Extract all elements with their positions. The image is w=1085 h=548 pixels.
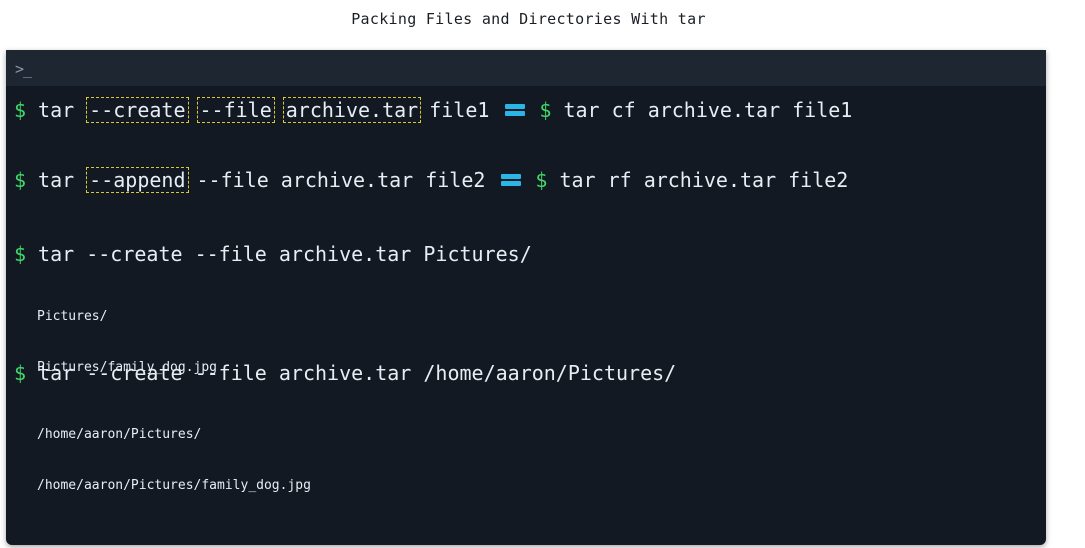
prompt-symbol: $ (14, 361, 27, 385)
page-title: Packing Files and Directories With tar (351, 10, 706, 28)
short-options: rf (607, 168, 632, 192)
command-text: tar --create --file archive.tar Pictures… (38, 242, 532, 266)
option-create-highlight: --create (86, 97, 189, 123)
command-line-absolute-dir: $ tar --create --file archive.tar /home/… (14, 359, 676, 387)
prompt-symbol: $ (14, 242, 27, 266)
command-output-absolute: /home/aaron/Pictures/ /home/aaron/Pictur… (37, 392, 311, 528)
prompt-symbol: $ (14, 98, 27, 122)
command-line-relative-dir: $ tar --create --file archive.tar Pictur… (14, 240, 532, 268)
output-line: Pictures/ (37, 309, 108, 324)
command-tar: tar (38, 168, 75, 192)
command-output-relative: Pictures/ Pictures/family_dog.jpg (37, 274, 217, 410)
command-line-create-short: $ tar --create --file archive.tar file1 … (14, 96, 864, 124)
file-argument: file1 (429, 98, 490, 122)
command-tar: tar (563, 98, 600, 122)
file-argument: file1 (792, 98, 853, 122)
terminal-header: >_ (6, 50, 1046, 86)
archive-name: archive.tar (280, 168, 414, 192)
output-line: /home/aaron/Pictures/family_dog.jpg (37, 478, 311, 493)
command-text: tar --create --file archive.tar /home/aa… (38, 361, 677, 385)
output-line: /home/aaron/Pictures/ (37, 427, 202, 442)
equals-icon (501, 173, 522, 187)
archive-name-highlight: archive.tar (282, 97, 422, 123)
command-line-append-short: $ tar --append --file archive.tar file2 … (14, 166, 860, 194)
archive-name: archive.tar (647, 98, 781, 122)
file-argument: file2 (788, 168, 849, 192)
command-tar: tar (559, 168, 596, 192)
prompt-symbol: $ (14, 168, 27, 192)
option-file: --file (196, 168, 269, 192)
command-tar: tar (38, 98, 75, 122)
prompt-symbol: $ (535, 168, 548, 192)
option-file-highlight: --file (196, 97, 275, 123)
archive-name: archive.tar (643, 168, 777, 192)
file-argument: file2 (425, 168, 486, 192)
equals-icon (505, 103, 526, 117)
prompt-symbol: $ (539, 98, 552, 122)
terminal-window[interactable]: >_ $ tar --create --file archive.tar fil… (6, 50, 1046, 545)
short-options: cf (611, 98, 636, 122)
terminal-prompt-icon: >_ (15, 60, 32, 78)
option-append-highlight: --append (86, 167, 189, 193)
